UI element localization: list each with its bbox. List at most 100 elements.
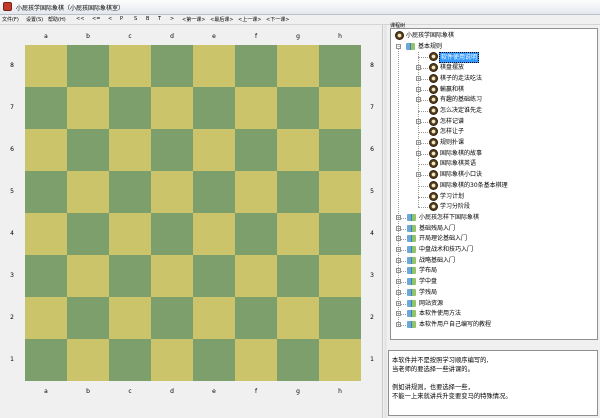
menu-item[interactable]: 设置(S) (26, 16, 43, 23)
board-square[interactable] (193, 297, 235, 339)
board-square[interactable] (235, 45, 277, 87)
tree-item[interactable]: + 有趣的基础练习 (391, 95, 597, 105)
board-square[interactable] (277, 171, 319, 213)
board-square[interactable] (277, 45, 319, 87)
menu-item[interactable]: > (170, 16, 174, 22)
board-square[interactable] (67, 171, 109, 213)
board-square[interactable] (319, 129, 361, 171)
board-square[interactable] (25, 339, 67, 381)
expander-icon[interactable]: + (396, 225, 401, 231)
expander-icon[interactable]: + (396, 321, 401, 327)
tree-item[interactable]: + 怎样记谱 (391, 116, 597, 126)
board-square[interactable] (277, 255, 319, 297)
tree-section[interactable]: + 中盘战术和技巧入门 (391, 245, 597, 254)
board-square[interactable] (193, 45, 235, 87)
tree-section[interactable]: + 学中盘 (391, 277, 597, 286)
board-square[interactable] (193, 213, 235, 255)
expander-icon[interactable]: + (396, 289, 401, 295)
course-tree[interactable]: 小屁孩学国际象棋 − 基本规则 软件使用说明 + 棋盘摆放 + 棋子的走法吃法 + 輸赢和棋 + 有趣… (390, 28, 598, 340)
board-square[interactable] (67, 255, 109, 297)
chess-board[interactable] (25, 45, 361, 381)
board-square[interactable] (235, 171, 277, 213)
menu-item[interactable]: 帮助(H) (48, 16, 66, 23)
board-square[interactable] (151, 297, 193, 339)
board-square[interactable] (319, 297, 361, 339)
tree-section[interactable]: + 学残局 (391, 288, 597, 297)
expander-icon[interactable]: + (416, 86, 421, 92)
board-square[interactable] (25, 45, 67, 87)
board-square[interactable] (151, 213, 193, 255)
menu-item[interactable]: << (76, 16, 84, 22)
tree-root[interactable]: 小屁孩学国际象棋 (391, 31, 597, 40)
board-square[interactable] (319, 213, 361, 255)
board-square[interactable] (277, 339, 319, 381)
expander-icon[interactable]: + (416, 140, 421, 145)
tree-item[interactable]: + 规则扑课 (391, 138, 597, 147)
expander-icon[interactable]: + (416, 118, 421, 124)
board-square[interactable] (109, 87, 151, 129)
board-square[interactable] (67, 129, 109, 171)
tree-section[interactable]: + 本软件用户自己编写的教程 (391, 320, 597, 329)
board-square[interactable] (25, 297, 67, 339)
expander-icon[interactable]: + (396, 214, 401, 220)
board-square[interactable] (109, 45, 151, 87)
menu-item[interactable]: S (134, 16, 137, 22)
board-square[interactable] (109, 129, 151, 171)
board-square[interactable] (67, 297, 109, 339)
menu-item[interactable]: <= (92, 16, 100, 22)
board-square[interactable] (25, 129, 67, 171)
board-square[interactable] (193, 255, 235, 297)
board-square[interactable] (109, 297, 151, 339)
board-square[interactable] (151, 171, 193, 213)
board-square[interactable] (67, 45, 109, 87)
expander-icon[interactable]: + (396, 279, 401, 285)
board-square[interactable] (277, 297, 319, 339)
board-square[interactable] (109, 339, 151, 381)
tree-item[interactable]: + 輸赢和棋 (391, 84, 597, 94)
tree-item[interactable]: + 国际象棋的故事 (391, 148, 597, 158)
board-square[interactable] (151, 129, 193, 171)
expander-icon[interactable]: + (396, 257, 401, 263)
board-square[interactable] (25, 171, 67, 213)
board-square[interactable] (193, 339, 235, 381)
board-square[interactable] (193, 171, 235, 213)
board-square[interactable] (151, 87, 193, 129)
board-square[interactable] (67, 213, 109, 255)
board-square[interactable] (235, 213, 277, 255)
menu-item[interactable]: <第一课> (182, 16, 205, 23)
menu-item[interactable]: <上一课> (238, 16, 261, 23)
panel-splitter[interactable] (384, 25, 387, 418)
tree-item[interactable]: 软件使用说明 (391, 52, 597, 64)
tree-section[interactable]: + 开局理论基础入门 (391, 234, 597, 243)
expander-icon[interactable]: + (416, 97, 421, 103)
board-square[interactable] (67, 87, 109, 129)
menu-item[interactable]: < (108, 16, 112, 22)
expander-icon[interactable]: + (396, 300, 401, 306)
board-square[interactable] (25, 87, 67, 129)
board-square[interactable] (235, 297, 277, 339)
expander-icon[interactable]: + (416, 150, 421, 156)
tree-node-basic-rules[interactable]: − 基本规则 (391, 42, 597, 51)
menu-item[interactable]: B (146, 16, 149, 22)
menu-item[interactable]: 文件(F) (2, 16, 19, 23)
tree-item[interactable]: 学习计划 (391, 191, 597, 201)
expander-icon[interactable]: + (396, 311, 401, 317)
board-square[interactable] (235, 129, 277, 171)
tree-item[interactable]: + 国际象棋小口诀 (391, 170, 597, 180)
tree-item[interactable]: 国际象棋英语 (391, 159, 597, 169)
board-square[interactable] (319, 339, 361, 381)
expander-icon[interactable]: + (396, 236, 401, 242)
tree-item[interactable]: 怎么决定谁先走 (391, 105, 597, 115)
tree-section[interactable]: + 小屁孩怎样下国际象棋 (391, 213, 597, 222)
tree-section[interactable]: + 本软件使用方法 (391, 309, 597, 318)
tree-item[interactable]: + 棋盘摆放 (391, 63, 597, 73)
tree-item[interactable]: 怎样让子 (391, 127, 597, 137)
tree-section[interactable]: + 学布局 (391, 266, 597, 275)
tree-item[interactable]: + 棋子的走法吃法 (391, 73, 597, 83)
menu-item[interactable]: T (158, 16, 161, 22)
tree-section[interactable]: + 战略基础入门 (391, 256, 597, 265)
board-square[interactable] (151, 45, 193, 87)
board-square[interactable] (193, 129, 235, 171)
expander-icon[interactable]: + (396, 247, 401, 252)
board-square[interactable] (319, 87, 361, 129)
